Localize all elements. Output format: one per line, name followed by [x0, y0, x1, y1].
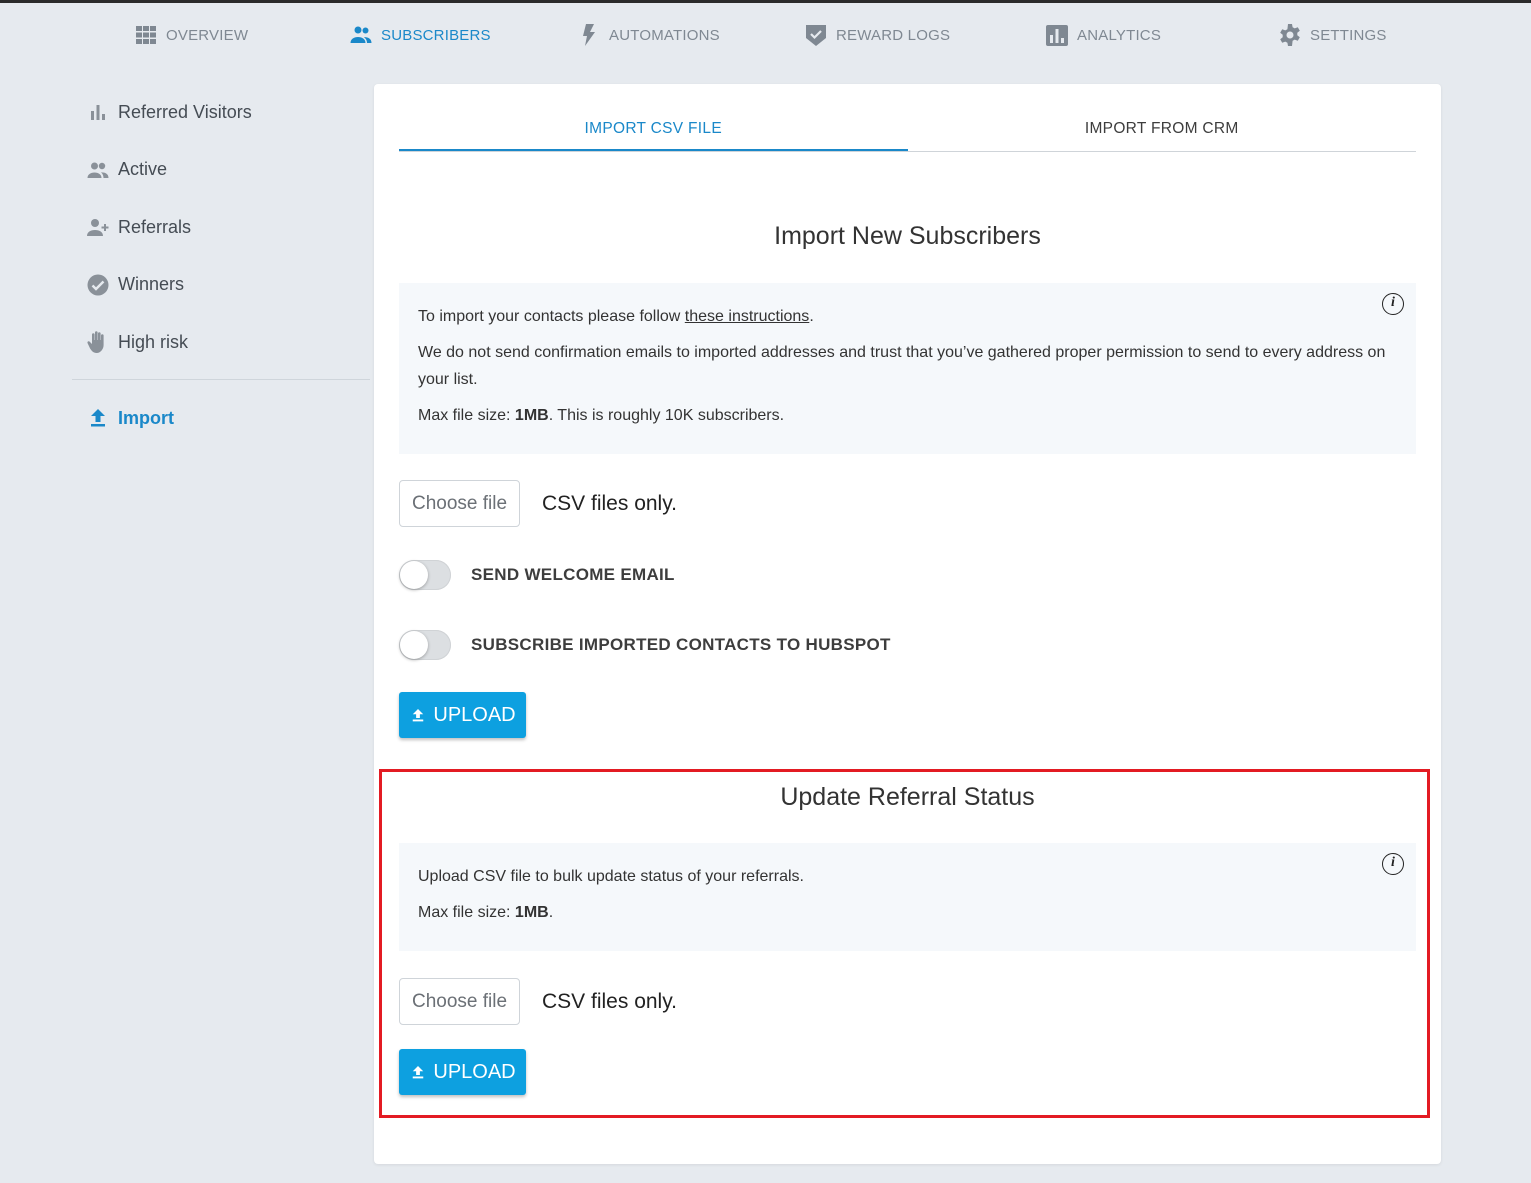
nav-automations[interactable]: AUTOMATIONS [577, 20, 720, 50]
import-section-title: Import New Subscribers [774, 222, 1041, 250]
hubspot-toggle[interactable] [399, 630, 451, 660]
toggle-knob [400, 561, 428, 589]
max-size-prefix: Max file size: [418, 407, 515, 424]
nav-subscribers[interactable]: SUBSCRIBERS [349, 20, 491, 50]
max-size-value: 1MB [514, 407, 549, 424]
upload-icon [413, 709, 424, 722]
nav-settings-label: SETTINGS [1310, 26, 1387, 44]
hubspot-label: SUBSCRIBE IMPORTED CONTACTS TO HUBSPOT [471, 635, 891, 654]
sidebar-item-label: Referrals [118, 216, 192, 237]
max-size-suffix: . This is roughly 10K subscribers. [548, 407, 785, 424]
grid-icon [136, 26, 156, 44]
sidebar-item-referrals[interactable]: Referrals [72, 203, 370, 251]
import-instructions-text: To import your contacts please follow th… [418, 303, 1396, 330]
gear-icon [1280, 24, 1300, 46]
nav-settings[interactable]: SETTINGS [1278, 20, 1387, 50]
highlight-box [379, 769, 1430, 1118]
nav-automations-label: AUTOMATIONS [609, 26, 720, 44]
tab-import-crm[interactable]: IMPORT FROM CRM [908, 114, 1417, 151]
top-border [0, 0, 1531, 3]
sidebar: Referred Visitors Active Referrals Winne… [72, 88, 370, 428]
sidebar-item-label: Import [118, 407, 174, 428]
people-icon [87, 162, 109, 178]
bolt-icon [583, 24, 595, 46]
nav-analytics[interactable]: ANALYTICS [1045, 20, 1161, 50]
bar-chart-icon [91, 105, 105, 120]
person-add-icon [87, 219, 109, 236]
sidebar-item-referred-visitors[interactable]: Referred Visitors [72, 88, 370, 136]
welcome-email-toggle-row: SEND WELCOME EMAIL [399, 560, 675, 590]
import-file-row: Choose file CSV files only. [399, 480, 677, 527]
hand-icon [87, 331, 104, 353]
nav-reward-logs[interactable]: REWARD LOGS [804, 20, 950, 50]
instructions-suffix: . [809, 308, 814, 325]
import-max-size-text: Max file size: 1MB. This is roughly 10K … [418, 402, 1396, 429]
import-permission-text: We do not send confirmation emails to im… [418, 344, 1386, 388]
sidebar-divider [72, 379, 370, 380]
file-hint: CSV files only. [542, 491, 677, 515]
upload-label: UPLOAD [433, 703, 516, 726]
sidebar-item-high-risk[interactable]: High risk [72, 318, 370, 366]
tab-import-csv[interactable]: IMPORT CSV FILE [399, 114, 908, 151]
instructions-link[interactable]: these instructions [685, 308, 810, 325]
nav-overview-label: OVERVIEW [166, 26, 249, 44]
bar-chart-icon [1046, 25, 1068, 46]
shield-check-icon [806, 25, 826, 46]
nav-overview[interactable]: OVERVIEW [134, 20, 248, 50]
nav-reward-logs-label: REWARD LOGS [836, 26, 951, 44]
top-nav: OVERVIEW SUBSCRIBERS AUTOMATIONS REWARD … [0, 20, 1531, 50]
choose-file-button[interactable]: Choose file [399, 480, 520, 527]
welcome-email-label: SEND WELCOME EMAIL [471, 565, 675, 584]
upload-icon [91, 409, 105, 427]
hubspot-toggle-row: SUBSCRIBE IMPORTED CONTACTS TO HUBSPOT [399, 630, 891, 660]
sidebar-item-label: Winners [118, 274, 185, 294]
welcome-email-toggle[interactable] [399, 560, 451, 590]
instructions-prefix: To import your contacts please follow [418, 308, 685, 325]
import-info-box: To import your contacts please follow th… [399, 283, 1416, 454]
sidebar-item-label: Active [118, 159, 168, 179]
sidebar-item-label: High risk [118, 331, 189, 352]
import-tabs: IMPORT CSV FILE IMPORT FROM CRM [399, 114, 1416, 152]
sidebar-item-label: Referred Visitors [118, 101, 252, 122]
nav-subscribers-label: SUBSCRIBERS [381, 26, 491, 44]
nav-analytics-label: ANALYTICS [1077, 26, 1162, 44]
upload-button[interactable]: UPLOAD [399, 692, 526, 738]
sidebar-item-active[interactable]: Active [72, 146, 370, 194]
info-icon[interactable]: i [1382, 293, 1404, 315]
sidebar-item-winners[interactable]: Winners [72, 261, 370, 309]
sidebar-item-import[interactable]: Import [72, 394, 174, 442]
toggle-knob [400, 631, 428, 659]
check-circle-icon [87, 274, 109, 295]
people-icon [350, 26, 372, 43]
